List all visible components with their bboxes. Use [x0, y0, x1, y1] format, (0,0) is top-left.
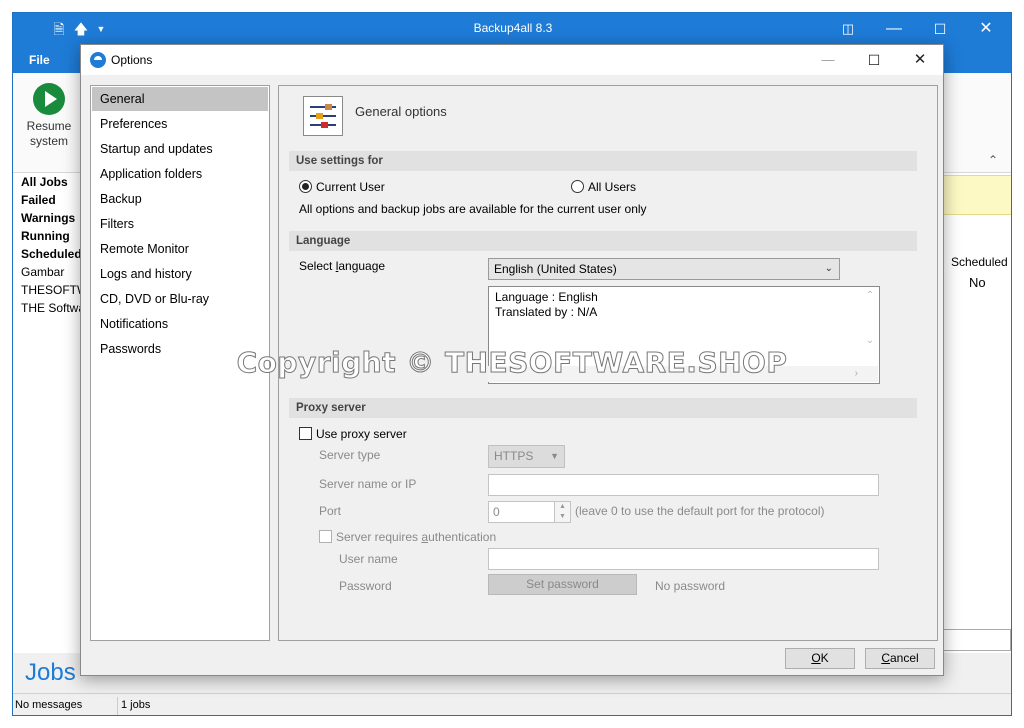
current-user-radio[interactable] — [299, 180, 312, 193]
all-users-radio[interactable] — [571, 180, 584, 193]
main-search-input[interactable] — [943, 629, 1011, 651]
job-category-warnings[interactable]: Warnings — [13, 209, 83, 227]
jobs-section-title: Jobs — [25, 659, 76, 686]
resume-system-button[interactable]: Resume system — [21, 83, 77, 149]
nav-item-preferences[interactable]: Preferences — [92, 112, 268, 136]
job-group-thesoftw[interactable]: THESOFTW — [13, 281, 83, 299]
use-proxy-checkbox[interactable] — [299, 427, 312, 440]
file-tab[interactable]: File — [29, 53, 50, 67]
jobs-sidebar: All Jobs Failed Warnings Running Schedul… — [13, 173, 83, 653]
ok-button[interactable]: OK — [785, 648, 855, 669]
status-job-count: 1 jobs — [121, 699, 151, 711]
job-category-scheduled[interactable]: Scheduled — [13, 245, 83, 263]
main-minimize-button[interactable]: — — [871, 13, 917, 45]
use-settings-section-header: Use settings for — [289, 151, 917, 171]
chevron-down-icon: ⌄ — [824, 263, 833, 274]
dialog-title: Options — [111, 53, 153, 67]
language-select-value: English (United States) — [494, 262, 617, 276]
chevron-down-icon: ▼ — [550, 451, 559, 461]
user-name-label: User name — [339, 552, 398, 566]
proxy-section-header: Proxy server — [289, 398, 917, 418]
settings-sliders-icon — [303, 96, 343, 136]
use-settings-note: All options and backup jobs are availabl… — [299, 202, 647, 216]
user-name-input[interactable] — [488, 548, 879, 570]
job-list-area — [943, 173, 1011, 653]
job-info-strip — [943, 175, 1011, 215]
main-maximize-button[interactable]: ☐ — [917, 13, 963, 45]
server-type-label: Server type — [319, 448, 381, 462]
translator-info-line: Translated by : N/A — [495, 305, 598, 319]
slider-knob — [321, 122, 328, 128]
job-category-running[interactable]: Running — [13, 227, 83, 245]
ribbon-display-icon[interactable]: ◫ — [825, 13, 871, 45]
nav-item-cd-dvd-bluray[interactable]: CD, DVD or Blu-ray — [92, 287, 268, 311]
dialog-titlebar: Options — ☐ ✕ — [81, 45, 943, 75]
slider-line — [310, 106, 336, 108]
slider-line — [310, 115, 336, 117]
play-icon — [33, 83, 65, 115]
collapse-chevron-icon[interactable]: ⌃ — [988, 153, 998, 167]
language-info-line: Language : English — [495, 290, 598, 304]
slider-knob — [316, 113, 323, 119]
dialog-close-button[interactable]: ✕ — [897, 45, 943, 75]
port-label: Port — [319, 504, 342, 518]
port-spinner[interactable]: ▲ ▼ — [554, 501, 571, 523]
app-logo-icon — [90, 52, 106, 68]
main-titlebar: 🗎 🡅 ▼ Backup4all 8.3 ◫ — ☐ ✕ — [13, 13, 1011, 45]
nav-item-notifications[interactable]: Notifications — [92, 312, 268, 336]
status-messages: No messages — [15, 699, 83, 711]
auth-required-checkbox[interactable] — [319, 530, 332, 543]
port-hint: (leave 0 to use the default port for the… — [575, 504, 825, 518]
nav-item-filters[interactable]: Filters — [92, 212, 268, 236]
panel-title: General options — [355, 104, 447, 119]
nav-item-remote-monitor[interactable]: Remote Monitor — [92, 237, 268, 261]
server-name-label: Server name or IP — [319, 477, 417, 491]
status-divider — [117, 697, 118, 715]
copyright-watermark: Copyright © THESOFTWARE.SHOP — [236, 346, 788, 380]
nav-item-logs-history[interactable]: Logs and history — [92, 262, 268, 286]
scheduled-cell: No — [969, 275, 986, 290]
password-status: No password — [655, 579, 726, 593]
all-users-label[interactable]: All Users — [588, 180, 636, 194]
server-type-select[interactable]: HTTPS ▼ — [488, 445, 565, 468]
slider-knob — [325, 104, 332, 110]
auth-required-label[interactable]: Server requires authentication — [336, 530, 496, 544]
port-input[interactable]: 0 — [488, 501, 555, 523]
nav-item-general[interactable]: General — [92, 87, 268, 111]
use-proxy-label[interactable]: Use proxy server — [316, 427, 407, 441]
password-label: Password — [339, 579, 392, 593]
language-section-header: Language — [289, 231, 917, 251]
current-user-label[interactable]: Current User — [316, 180, 385, 194]
dialog-maximize-button[interactable]: ☐ — [851, 45, 897, 75]
nav-item-application-folders[interactable]: Application folders — [92, 162, 268, 186]
language-select[interactable]: English (United States) ⌄ — [488, 258, 840, 280]
cancel-button[interactable]: Cancel — [865, 648, 935, 669]
resume-system-label: Resume system — [26, 119, 72, 148]
column-header-scheduled[interactable]: Scheduled — [951, 255, 1008, 269]
job-category-all[interactable]: All Jobs — [13, 173, 83, 191]
job-category-failed[interactable]: Failed — [13, 191, 83, 209]
job-group-gambar[interactable]: Gambar — [13, 263, 83, 281]
dialog-minimize-button[interactable]: — — [805, 45, 851, 75]
select-language-label: Select language — [299, 259, 386, 273]
nav-item-startup-updates[interactable]: Startup and updates — [92, 137, 268, 161]
main-close-button[interactable]: ✕ — [963, 13, 1009, 45]
server-type-value: HTTPS — [494, 449, 534, 463]
status-bar: No messages 1 jobs — [13, 693, 1011, 715]
set-password-button[interactable]: Set password — [488, 574, 637, 595]
nav-item-backup[interactable]: Backup — [92, 187, 268, 211]
job-group-the-softwa[interactable]: THE Softwa — [13, 299, 83, 317]
server-name-input[interactable] — [488, 474, 879, 496]
